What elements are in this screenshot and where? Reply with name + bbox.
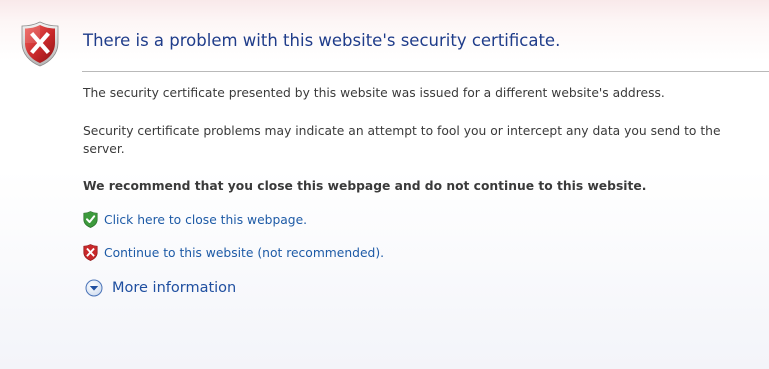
title-divider — [82, 71, 769, 72]
red-shield-x-icon — [21, 21, 59, 67]
certificate-error-page: There is a problem with this website's s… — [0, 0, 769, 369]
error-explanation: Security certificate problems may indica… — [83, 124, 721, 156]
more-information-label: More information — [112, 280, 237, 296]
chevron-down-circle-icon — [85, 279, 103, 297]
red-shield-x-icon — [83, 244, 98, 261]
continue-to-website-label: Continue to this website (not recommende… — [104, 245, 385, 260]
page-title: There is a problem with this website's s… — [83, 31, 561, 50]
close-webpage-link[interactable]: Click here to close this webpage. — [83, 211, 307, 228]
continue-to-website-link[interactable]: Continue to this website (not recommende… — [83, 244, 384, 261]
error-description: The security certificate presented by th… — [83, 86, 665, 100]
green-shield-check-icon — [83, 211, 98, 228]
recommendation-text: We recommend that you close this webpage… — [83, 179, 647, 193]
close-webpage-label: Click here to close this webpage. — [104, 212, 308, 227]
more-information-toggle[interactable]: More information — [85, 279, 236, 297]
